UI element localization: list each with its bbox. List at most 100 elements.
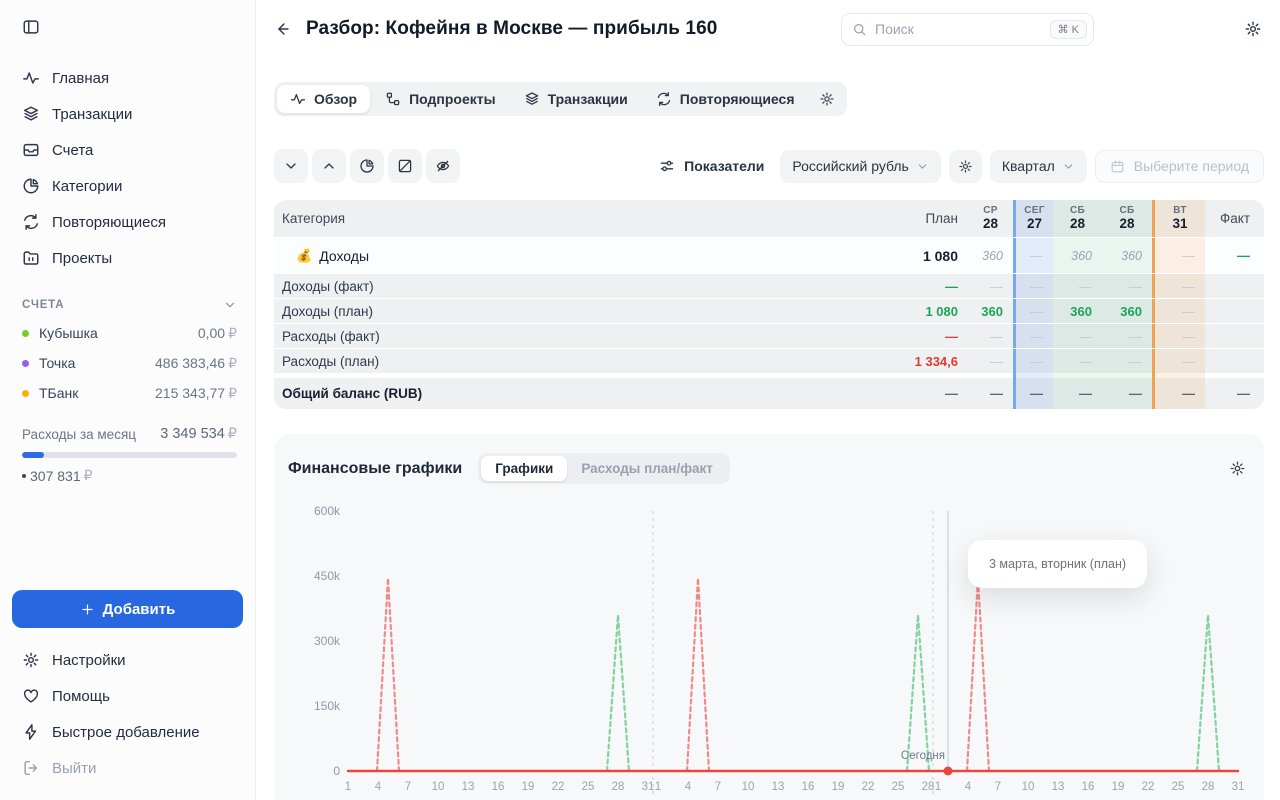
svg-text:16: 16 (492, 781, 505, 793)
table-row[interactable]: 💰Доходы1 080360—360360—— (274, 237, 1264, 273)
account-name: Точка (39, 355, 75, 371)
tab-tree[interactable]: Подпроекты (372, 85, 508, 113)
plan-value: 1 080 (925, 304, 958, 319)
sidebar-nav: Главная Транзакции Счета Категории Повторяющ… (12, 60, 243, 276)
table-row[interactable]: Расходы (факт)—————— (274, 323, 1264, 348)
sidebar-item-label: Счета (52, 142, 93, 159)
sidebar-item-layers[interactable]: Транзакции (12, 96, 243, 132)
chart-settings-gear-icon[interactable] (1229, 460, 1246, 477)
sidebar-item-repeat[interactable]: Повторяющиеся (12, 204, 243, 240)
sidebar-item-label: Главная (52, 70, 109, 87)
currency-dropdown[interactable]: Российский рубль (780, 150, 940, 183)
charts-title: Финансовые графики (288, 460, 462, 478)
back-arrow-icon[interactable] (274, 20, 292, 38)
sidebar-item-activity[interactable]: Главная (12, 60, 243, 96)
day-value: — (990, 329, 1003, 344)
chevron-up-button[interactable] (312, 149, 346, 183)
table-settings-button[interactable] (949, 150, 982, 183)
sliders-icon (659, 158, 675, 174)
sidebar-footer: Настройки ПомощьБыстрое добавление Выйти (12, 642, 243, 786)
account-row[interactable]: Точка 486 383,46₽ (22, 348, 237, 378)
chart-off-icon (397, 158, 413, 174)
tab-label: Обзор (314, 91, 357, 107)
day-value: 360 (1070, 304, 1092, 319)
day-value: — (1129, 354, 1142, 369)
svg-text:22: 22 (552, 781, 565, 793)
fact-column-header: Факт (1205, 200, 1264, 237)
tabs-settings-button[interactable] (810, 85, 844, 113)
svg-text:28: 28 (1202, 781, 1215, 793)
total-row[interactable]: Общий баланс (RUB)——————— (274, 378, 1264, 409)
month-expenses-value: 3 349 534₽ (160, 426, 237, 442)
svg-text:10: 10 (1022, 781, 1035, 793)
sidebar-toggle-icon[interactable] (22, 18, 40, 36)
chart-view-tab-0[interactable]: Графики (481, 456, 567, 481)
date-range-picker[interactable]: Выберите период (1095, 150, 1264, 183)
sidebar-item-folder[interactable]: Проекты (12, 240, 243, 276)
add-button[interactable]: Добавить (12, 590, 243, 628)
expenses-secondary-value: 307 831₽ (22, 467, 237, 484)
period-dropdown[interactable]: Квартал (990, 150, 1087, 183)
sidebar-footer-item-gear[interactable]: Настройки (12, 642, 243, 678)
svg-text:13: 13 (772, 781, 785, 793)
tab-layers[interactable]: Транзакции (511, 85, 641, 113)
day-value: — (990, 386, 1003, 401)
tab-activity[interactable]: Обзор (277, 85, 370, 113)
pie-button[interactable] (350, 149, 384, 183)
sidebar-item-label: Повторяющиеся (52, 214, 166, 231)
account-row[interactable]: ТБанк215 343,77₽ (22, 378, 237, 408)
day-value: — (1182, 386, 1195, 401)
sidebar-item-label: Проекты (52, 250, 112, 267)
sidebar-footer-label: Выйти (52, 760, 96, 777)
chart-off-button[interactable] (388, 149, 422, 183)
account-balance: 0,00₽ (198, 325, 237, 342)
table-row[interactable]: Доходы (план)1 080360—360360— (274, 298, 1264, 323)
day-value: — (1079, 354, 1092, 369)
table-tool-buttons (274, 149, 464, 183)
chevron-up-icon (321, 158, 337, 174)
sidebar-footer-item-heart[interactable]: Помощь (12, 678, 243, 714)
bullet-dot-icon (22, 474, 26, 478)
month-expenses-label: Расходы за месяц (22, 427, 136, 442)
table-row[interactable]: Доходы (факт)—————— (274, 273, 1264, 298)
day-value: — (1030, 329, 1043, 344)
chevron-down-button[interactable] (274, 149, 308, 183)
accounts-title: СЧЕТА (22, 299, 64, 311)
fact-value: — (1237, 386, 1250, 401)
sidebar-footer-item-bolt[interactable]: Быстрое добавление (12, 714, 243, 750)
sidebar-item-label: Транзакции (52, 106, 132, 123)
svg-text:25: 25 (1172, 781, 1185, 793)
sidebar-item-label: Категории (52, 178, 122, 195)
settings-gear-icon[interactable] (1244, 20, 1262, 38)
tree-icon (385, 91, 401, 107)
plus-icon (80, 602, 95, 617)
account-balance: 486 383,46₽ (155, 355, 237, 372)
tab-repeat[interactable]: Повторяющиеся (643, 85, 808, 113)
svg-text:16: 16 (1082, 781, 1095, 793)
pie-icon (22, 177, 40, 195)
table-row[interactable]: Расходы (план)1 334,6————— (274, 348, 1264, 373)
chevron-down-icon[interactable] (223, 298, 237, 312)
search-input[interactable] (875, 21, 1050, 37)
svg-text:4: 4 (685, 781, 692, 793)
eye-off-button[interactable] (426, 149, 460, 183)
plan-value: — (945, 279, 958, 294)
chart-view-tab-1[interactable]: Расходы план/факт (567, 456, 727, 481)
svg-text:1: 1 (935, 781, 941, 793)
day-value: — (1079, 386, 1092, 401)
svg-text:13: 13 (462, 781, 475, 793)
day-value: — (1182, 329, 1195, 344)
sidebar-footer-item-logout[interactable]: Выйти (12, 750, 243, 786)
fact-value: — (1237, 248, 1250, 263)
account-balance: 215 343,77₽ (155, 385, 237, 402)
sidebar-item-accounts[interactable]: Счета (12, 132, 243, 168)
svg-text:600k: 600k (314, 504, 341, 518)
metrics-control[interactable]: Показатели (659, 158, 764, 174)
sidebar-item-pie[interactable]: Категории (12, 168, 243, 204)
svg-text:4: 4 (965, 781, 972, 793)
search-box[interactable]: ⌘ K (841, 13, 1094, 46)
account-row[interactable]: Кубышка0,00₽ (22, 318, 237, 348)
search-icon (852, 22, 867, 37)
accounts-header[interactable]: СЧЕТА (22, 298, 237, 312)
sidebar-footer-label: Настройки (52, 652, 126, 669)
